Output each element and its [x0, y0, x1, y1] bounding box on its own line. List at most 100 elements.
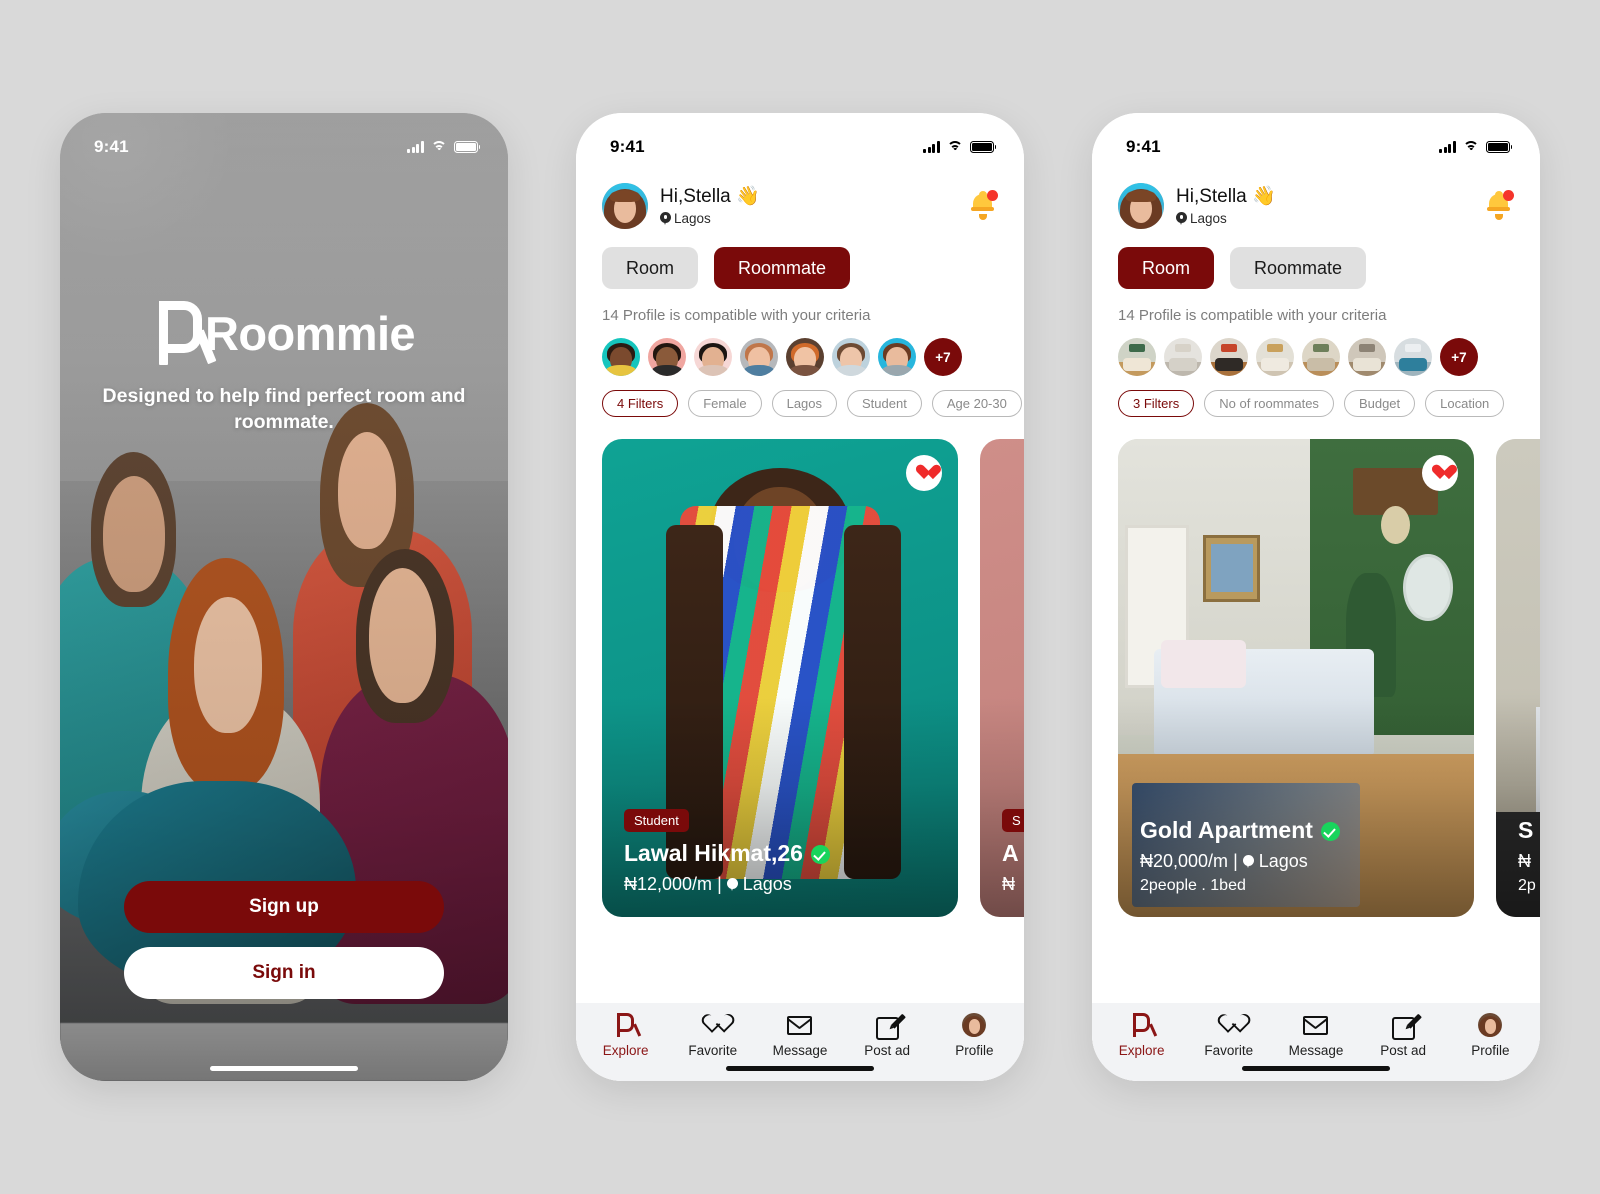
profile-card[interactable]: Student Lawal Hikmat,26 ₦12,000/m | Lago…	[602, 439, 958, 917]
wifi-icon	[1463, 141, 1479, 153]
sign-in-button[interactable]: Sign in	[124, 947, 444, 999]
tab-post-ad[interactable]: Post ad	[1363, 1012, 1443, 1058]
matched-rooms-row: +7	[1092, 324, 1540, 376]
tab-message[interactable]: Message	[760, 1012, 840, 1058]
home-indicator	[726, 1066, 874, 1071]
phone-room-explore: 9:41 Hi,Stella 👋 Lagos Room Roommate 14 …	[1092, 113, 1540, 1081]
greeting-text: Hi,Stella 👋	[1176, 186, 1276, 208]
room-thumbnail[interactable]	[1302, 338, 1340, 376]
user-header: Hi,Stella 👋 Lagos	[1092, 175, 1540, 229]
notifications-button[interactable]	[1484, 190, 1514, 222]
filter-chip-budget[interactable]: Budget	[1343, 390, 1416, 417]
status-bar: 9:41	[60, 113, 508, 167]
tab-profile[interactable]: Profile	[1450, 1012, 1530, 1058]
tab-message[interactable]: Message	[1276, 1012, 1356, 1058]
room-name: Gold Apartment	[1140, 817, 1313, 844]
segment-roommate[interactable]: Roommate	[1230, 247, 1367, 289]
app-name: Roommie	[205, 306, 416, 360]
tab-profile-label: Profile	[955, 1043, 994, 1058]
phone-roommate-explore: 9:41 Hi,Stella 👋 Lagos Room Roommate 14 …	[576, 113, 1024, 1081]
avatar[interactable]	[602, 183, 648, 229]
profile-card-next[interactable]: S A ₦	[980, 439, 1024, 917]
meta-separator: |	[717, 874, 722, 894]
room-thumbnail[interactable]	[1164, 338, 1202, 376]
profile-price: ₦	[1002, 874, 1015, 894]
notification-badge-dot	[1503, 190, 1514, 201]
status-bar: 9:41	[576, 113, 1024, 167]
profile-thumbnail[interactable]	[648, 338, 686, 376]
pencil-square-icon	[875, 1013, 906, 1040]
room-thumbnail[interactable]	[1118, 338, 1156, 376]
filter-chip-occupation[interactable]: Student	[847, 390, 922, 417]
battery-icon	[970, 141, 997, 153]
favorite-button[interactable]	[906, 455, 942, 491]
tab-explore[interactable]: Explore	[1102, 1012, 1182, 1058]
user-header: Hi,Stella 👋 Lagos	[576, 175, 1024, 229]
profile-card-title: Lawal Hikmat,26	[624, 840, 940, 868]
segment-room[interactable]: Room	[1118, 247, 1215, 289]
room-thumbnail[interactable]	[1210, 338, 1248, 376]
profile-thumbnail[interactable]	[786, 338, 824, 376]
filter-chip-gender[interactable]: Female	[688, 390, 762, 417]
room-card-meta: ₦	[1518, 851, 1540, 872]
user-identity[interactable]: Hi,Stella 👋 Lagos	[1118, 183, 1276, 229]
segment-roommate[interactable]: Roommate	[714, 247, 851, 289]
wifi-icon	[431, 141, 447, 153]
profile-thumbnail[interactable]	[832, 338, 870, 376]
profile-badge: S	[1002, 809, 1024, 833]
profile-card-carousel[interactable]: Student Lawal Hikmat,26 ₦12,000/m | Lago…	[576, 439, 1024, 1003]
user-location: Lagos	[660, 211, 760, 226]
filter-chip-location[interactable]: Lagos	[771, 390, 838, 417]
filter-chip-row: 4 Filters Female Lagos Student Age 20-30	[576, 376, 1024, 417]
room-thumbnail[interactable]	[1394, 338, 1432, 376]
roommie-r-icon	[153, 301, 217, 365]
room-overflow-count[interactable]: +7	[1440, 338, 1478, 376]
profile-name-age: A	[1002, 840, 1019, 867]
favorite-button[interactable]	[1422, 455, 1458, 491]
matched-profiles-row: +7	[576, 324, 1024, 376]
profile-name-age: Lawal Hikmat,26	[624, 840, 803, 867]
filter-count-chip[interactable]: 3 Filters	[1118, 390, 1195, 417]
user-identity[interactable]: Hi,Stella 👋 Lagos	[602, 183, 760, 229]
onboarding-screen: 9:41 Roommie Designed to help find perfe…	[60, 113, 508, 1081]
avatar[interactable]	[1118, 183, 1164, 229]
filter-chip-location[interactable]: Location	[1425, 390, 1505, 417]
room-location: Lagos	[1258, 851, 1308, 871]
profile-overflow-count[interactable]: +7	[924, 338, 962, 376]
profile-thumbnail[interactable]	[740, 338, 778, 376]
room-thumbnail[interactable]	[1256, 338, 1294, 376]
profile-thumbnail[interactable]	[878, 338, 916, 376]
status-bar-icons	[1439, 141, 1513, 153]
tab-explore[interactable]: Explore	[586, 1012, 666, 1058]
roommie-r-icon	[1132, 1013, 1158, 1037]
user-location: Lagos	[1176, 211, 1276, 226]
filter-chip-age[interactable]: Age 20-30	[931, 390, 1022, 417]
profile-price: ₦12,000/m	[624, 874, 713, 894]
profile-thumbnail[interactable]	[602, 338, 640, 376]
meta-separator: |	[1233, 851, 1238, 871]
tab-favorite-label: Favorite	[1204, 1043, 1254, 1058]
room-capacity: 2people . 1bed	[1140, 877, 1246, 894]
segment-control: Room Roommate	[576, 229, 1024, 289]
segment-room[interactable]: Room	[602, 247, 699, 289]
tab-profile-label: Profile	[1471, 1043, 1510, 1058]
filter-count-chip[interactable]: 4 Filters	[602, 390, 679, 417]
tab-favorite[interactable]: Favorite	[1189, 1012, 1269, 1058]
greeting-text: Hi,Stella 👋	[660, 186, 760, 208]
notification-badge-dot	[987, 190, 998, 201]
room-card[interactable]: Gold Apartment ₦20,000/m | Lagos 2people…	[1118, 439, 1474, 917]
room-price: ₦20,000/m	[1140, 851, 1229, 871]
profile-thumbnail[interactable]	[694, 338, 732, 376]
tab-profile[interactable]: Profile	[934, 1012, 1014, 1058]
room-card-carousel[interactable]: Gold Apartment ₦20,000/m | Lagos 2people…	[1092, 439, 1540, 1003]
filter-chip-roommates[interactable]: No of roommates	[1204, 390, 1334, 417]
brand-block: Roommie Designed to help find perfect ro…	[60, 301, 508, 436]
sign-up-button[interactable]: Sign up	[124, 881, 444, 933]
notifications-button[interactable]	[968, 190, 998, 222]
room-card-meta: ₦20,000/m | Lagos	[1140, 851, 1456, 872]
tab-post-ad[interactable]: Post ad	[847, 1012, 927, 1058]
room-card-next[interactable]: S ₦ 2p	[1496, 439, 1540, 917]
room-thumbnail[interactable]	[1348, 338, 1386, 376]
tab-favorite[interactable]: Favorite	[673, 1012, 753, 1058]
battery-icon	[454, 141, 481, 153]
